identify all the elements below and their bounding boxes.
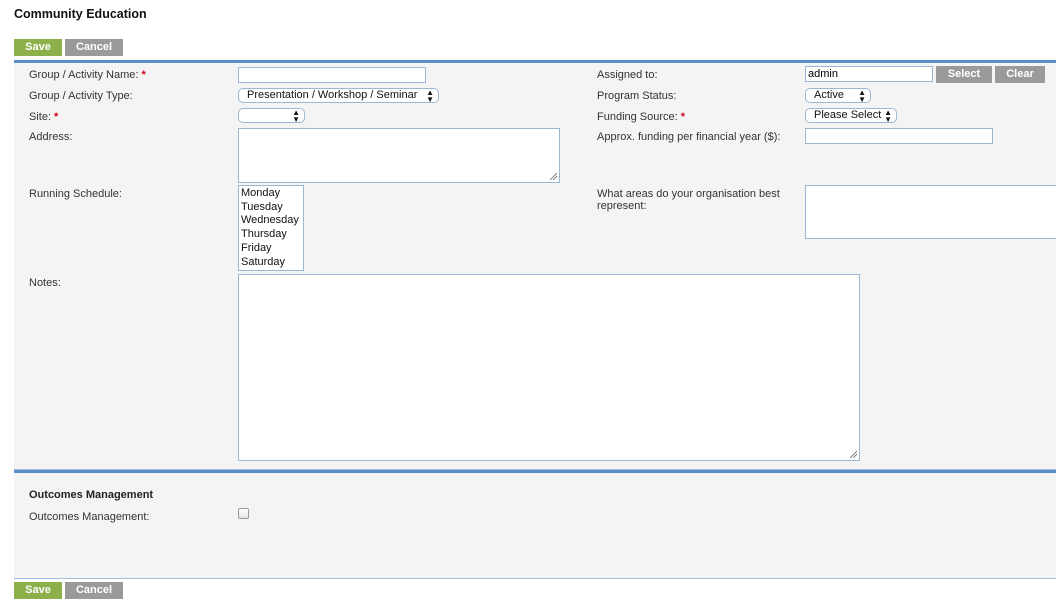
top-toolbar: Save Cancel [14, 39, 123, 56]
select-arrows-icon: ▲ ▼ [858, 88, 866, 104]
notes-textarea[interactable] [238, 274, 860, 461]
running-schedule-listbox[interactable]: Monday Tuesday Wednesday Thursday Friday… [238, 185, 304, 271]
schedule-option[interactable]: Monday [241, 187, 301, 201]
site-label: Site: * [29, 111, 58, 123]
main-form-panel: Group / Activity Name: * Group / Activity… [14, 60, 1056, 470]
notes-label: Notes: [29, 277, 61, 289]
group-name-label-text: Group / Activity Name: [29, 69, 139, 81]
select-arrows-icon: ▲ ▼ [292, 108, 300, 124]
select-arrows-icon: ▲ ▼ [884, 108, 892, 124]
schedule-option[interactable]: Wednesday [241, 214, 301, 228]
outcomes-checkbox[interactable] [238, 508, 249, 519]
cancel-button[interactable]: Cancel [65, 39, 123, 56]
program-status-value: Active [814, 89, 844, 101]
funding-source-select[interactable]: Please Select ▲ ▼ [805, 108, 897, 123]
schedule-option[interactable]: Saturday [241, 256, 301, 270]
group-type-select[interactable]: Presentation / Workshop / Seminar ▲ ▼ [238, 88, 439, 103]
schedule-option[interactable]: Friday [241, 242, 301, 256]
cancel-button[interactable]: Cancel [65, 582, 123, 599]
areas-represent-label: What areas do your organisation best rep… [597, 188, 780, 212]
select-arrows-icon: ▲ ▼ [426, 88, 434, 104]
site-select[interactable]: ▲ ▼ [238, 108, 305, 123]
funding-source-value: Please Select [814, 109, 882, 121]
program-status-select[interactable]: Active ▲ ▼ [805, 88, 871, 103]
resize-handle-icon[interactable] [849, 450, 857, 458]
approx-funding-input[interactable] [805, 128, 993, 144]
group-name-label: Group / Activity Name: * [29, 69, 146, 81]
resize-handle-icon[interactable] [549, 172, 557, 180]
address-label: Address: [29, 131, 73, 143]
bottom-toolbar: Save Cancel [14, 582, 123, 599]
assigned-clear-button[interactable]: Clear [995, 66, 1045, 83]
save-button[interactable]: Save [14, 39, 62, 56]
assigned-select-button[interactable]: Select [936, 66, 992, 83]
schedule-option[interactable]: Tuesday [241, 201, 301, 215]
assigned-to-input[interactable] [805, 66, 933, 82]
required-marker: * [141, 69, 146, 81]
program-status-label: Program Status: [597, 90, 677, 102]
running-schedule-label: Running Schedule: [29, 188, 122, 200]
page-title: Community Education [14, 7, 147, 21]
group-name-input[interactable] [238, 67, 426, 83]
funding-source-label: Funding Source: * [597, 111, 685, 123]
schedule-option[interactable]: Thursday [241, 228, 301, 242]
required-marker: * [680, 111, 685, 123]
outcomes-panel: Outcomes Management Outcomes Management: [14, 470, 1056, 579]
outcomes-heading: Outcomes Management [29, 489, 154, 501]
funding-source-label-text: Funding Source: [597, 111, 678, 123]
assigned-to-label: Assigned to: [597, 69, 658, 81]
group-type-value: Presentation / Workshop / Seminar [247, 89, 418, 101]
site-label-text: Site: [29, 111, 52, 123]
save-button[interactable]: Save [14, 582, 62, 599]
address-textarea[interactable] [238, 128, 560, 183]
approx-funding-label: Approx. funding per financial year ($): [597, 131, 781, 143]
areas-represent-textarea[interactable] [805, 185, 1056, 239]
group-type-label: Group / Activity Type: [29, 90, 133, 102]
outcomes-checkbox-label: Outcomes Management: [29, 511, 150, 523]
required-marker: * [54, 111, 59, 123]
